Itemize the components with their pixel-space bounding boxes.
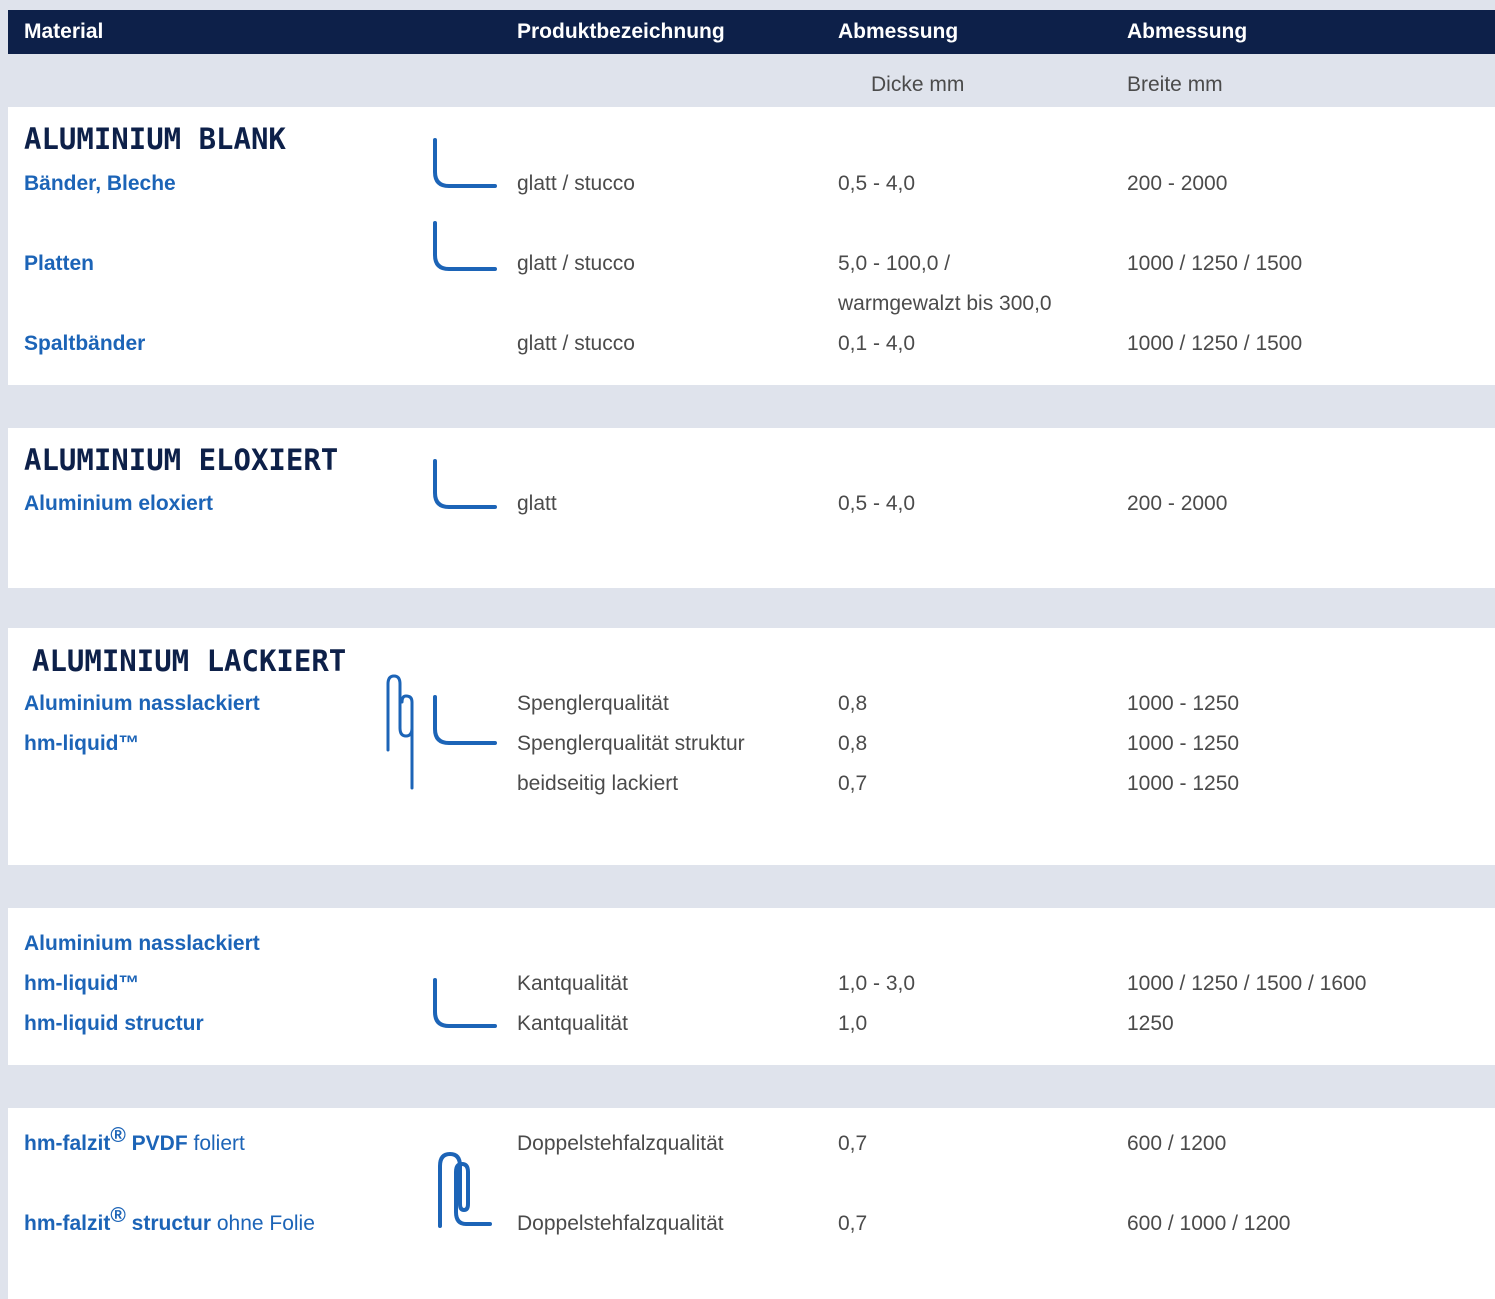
- width-value: 1000 / 1250 / 1500 / 1600: [1127, 972, 1367, 995]
- product-label: Kantqualität: [517, 972, 628, 995]
- subheader-thickness: Dicke mm: [871, 73, 965, 96]
- material-label: hm-falzit® PVDF foliert: [24, 1124, 245, 1155]
- width-value: 1000 - 1250: [1127, 772, 1240, 795]
- table-header-bar: [8, 10, 1495, 54]
- product-label: Doppelstehfalzqualität: [517, 1212, 724, 1235]
- section-title: ALUMINIUM BLANK: [24, 122, 286, 156]
- section-title: ALUMINIUM ELOXIERT: [24, 443, 339, 477]
- thickness-value: 0,1 - 4,0: [838, 332, 916, 355]
- product-label: beidseitig lackiert: [517, 772, 679, 795]
- header-dimension-width: Abmessung: [1127, 20, 1248, 43]
- thickness-value: 0,7: [838, 772, 868, 795]
- section-title: ALUMINIUM LACKIERT: [32, 644, 347, 678]
- width-value: 1000 / 1250 / 1500: [1127, 332, 1303, 355]
- thickness-value: 0,7: [838, 1212, 868, 1235]
- product-label: Kantqualität: [517, 1012, 628, 1035]
- width-value: 1000 / 1250 / 1500: [1127, 252, 1303, 275]
- product-label: glatt: [517, 492, 557, 515]
- thickness-note: warmgewalzt bis 300,0: [838, 292, 1052, 315]
- angle-profile-icon: [433, 221, 497, 271]
- angle-profile-icon: [433, 459, 497, 509]
- header-material: Material: [24, 20, 104, 43]
- thickness-value: 0,7: [838, 1132, 868, 1155]
- material-label: Aluminium nasslackiert: [24, 932, 260, 955]
- angle-profile-icon: [433, 695, 497, 745]
- material-label: Spaltbänder: [24, 332, 146, 355]
- width-value: 600 / 1200: [1127, 1132, 1227, 1155]
- material-label: Platten: [24, 252, 95, 275]
- header-dimension-thickness: Abmessung: [838, 20, 959, 43]
- width-value: 200 - 2000: [1127, 172, 1228, 195]
- material-label: hm-liquid structur: [24, 1012, 204, 1035]
- product-label: Spenglerqualität: [517, 692, 669, 715]
- material-label: Aluminium eloxiert: [24, 492, 214, 515]
- material-label: hm-liquid™: [24, 972, 140, 995]
- thickness-value: 0,8: [838, 732, 868, 755]
- material-label: hm-falzit® structur ohne Folie: [24, 1204, 315, 1235]
- width-value: 1000 - 1250: [1127, 692, 1240, 715]
- width-value: 1250: [1127, 1012, 1174, 1035]
- thickness-value: 1,0 - 3,0: [838, 972, 916, 995]
- thickness-value: 5,0 - 100,0 /: [838, 252, 951, 275]
- material-label: hm-liquid™: [24, 732, 140, 755]
- subheader-width: Breite mm: [1127, 73, 1223, 96]
- width-value: 1000 - 1250: [1127, 732, 1240, 755]
- product-label: Doppelstehfalzqualität: [517, 1132, 724, 1155]
- material-label: Bänder, Bleche: [24, 172, 176, 195]
- standing-seam-icon: [438, 1152, 492, 1228]
- header-product: Produktbezeichnung: [517, 20, 725, 43]
- standing-seam-icon: [386, 674, 414, 790]
- product-label: Spenglerqualität struktur: [517, 732, 745, 755]
- width-value: 200 - 2000: [1127, 492, 1228, 515]
- product-label: glatt / stucco: [517, 252, 635, 275]
- product-label: glatt / stucco: [517, 172, 635, 195]
- thickness-value: 1,0: [838, 1012, 868, 1035]
- angle-profile-icon: [433, 138, 497, 188]
- width-value: 600 / 1000 / 1200: [1127, 1212, 1291, 1235]
- thickness-value: 0,8: [838, 692, 868, 715]
- material-label: Aluminium nasslackiert: [24, 692, 260, 715]
- angle-profile-icon: [433, 978, 497, 1028]
- thickness-value: 0,5 - 4,0: [838, 172, 916, 195]
- thickness-value: 0,5 - 4,0: [838, 492, 916, 515]
- product-label: glatt / stucco: [517, 332, 635, 355]
